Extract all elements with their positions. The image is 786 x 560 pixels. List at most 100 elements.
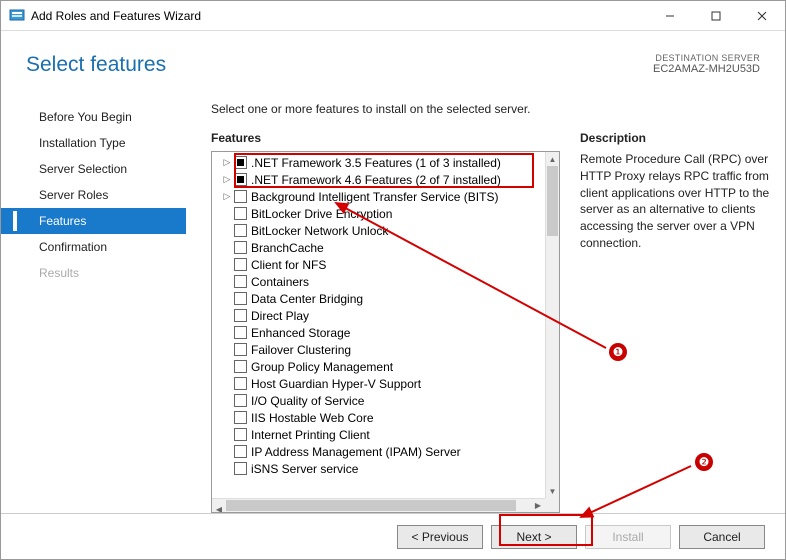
feature-label: IIS Hostable Web Core	[251, 411, 374, 425]
feature-item[interactable]: IP Address Management (IPAM) Server	[212, 443, 545, 460]
destination-value: EC2AMAZ-MH2U53D	[653, 63, 760, 75]
next-button[interactable]: Next >	[491, 525, 577, 549]
feature-label: Direct Play	[251, 309, 309, 323]
feature-item[interactable]: Direct Play	[212, 307, 545, 324]
horizontal-scroll-thumb[interactable]	[226, 500, 516, 511]
previous-button[interactable]: < Previous	[397, 525, 483, 549]
feature-checkbox[interactable]	[234, 190, 247, 203]
description-label: Description	[580, 131, 770, 145]
feature-checkbox[interactable]	[234, 462, 247, 475]
window-controls	[647, 1, 785, 31]
feature-checkbox[interactable]	[234, 411, 247, 424]
feature-label: Data Center Bridging	[251, 292, 363, 306]
scroll-down-icon[interactable]: ▼	[546, 484, 559, 498]
scrollbar-corner	[545, 498, 559, 512]
feature-item[interactable]: IIS Hostable Web Core	[212, 409, 545, 426]
feature-label: Background Intelligent Transfer Service …	[251, 190, 498, 204]
nav-item-before-you-begin[interactable]: Before You Begin	[1, 104, 186, 130]
instruction-text: Select one or more features to install o…	[211, 102, 770, 116]
feature-item[interactable]: I/O Quality of Service	[212, 392, 545, 409]
destination-label: DESTINATION SERVER	[653, 53, 760, 63]
feature-item[interactable]: Data Center Bridging	[212, 290, 545, 307]
title-bar: Add Roles and Features Wizard	[1, 1, 785, 31]
feature-checkbox[interactable]	[234, 326, 247, 339]
feature-checkbox[interactable]	[234, 292, 247, 305]
page-title: Select features	[26, 53, 653, 77]
footer: < Previous Next > Install Cancel	[1, 513, 785, 559]
feature-checkbox[interactable]	[234, 445, 247, 458]
app-icon	[9, 8, 25, 24]
feature-label: Group Policy Management	[251, 360, 393, 374]
feature-label: IP Address Management (IPAM) Server	[251, 445, 461, 459]
feature-checkbox[interactable]	[234, 309, 247, 322]
feature-item[interactable]: ▷ Background Intelligent Transfer Service…	[212, 188, 545, 205]
install-button[interactable]: Install	[585, 525, 671, 549]
feature-item[interactable]: Enhanced Storage	[212, 324, 545, 341]
nav-item-server-selection[interactable]: Server Selection	[1, 156, 186, 182]
feature-checkbox[interactable]	[234, 377, 247, 390]
wizard-body: Before You BeginInstallation TypeServer …	[1, 82, 785, 513]
feature-item[interactable]: Group Policy Management	[212, 358, 545, 375]
scroll-up-icon[interactable]: ▲	[546, 152, 559, 166]
features-column: Features ▷.NET Framework 3.5 Features (1…	[211, 131, 560, 513]
feature-label: BitLocker Network Unlock	[251, 224, 388, 238]
cancel-button[interactable]: Cancel	[679, 525, 765, 549]
wizard-nav: Before You BeginInstallation TypeServer …	[1, 82, 186, 513]
nav-item-installation-type[interactable]: Installation Type	[1, 130, 186, 156]
destination-info: DESTINATION SERVER EC2AMAZ-MH2U53D	[653, 53, 760, 75]
feature-checkbox[interactable]	[234, 241, 247, 254]
feature-checkbox[interactable]	[234, 394, 247, 407]
expand-icon[interactable]: ▷	[222, 191, 232, 202]
close-button[interactable]	[739, 1, 785, 31]
feature-checkbox[interactable]	[234, 428, 247, 441]
main-content: Select one or more features to install o…	[186, 82, 770, 513]
scroll-left-icon[interactable]: ◀	[212, 505, 226, 513]
feature-checkbox[interactable]	[234, 224, 247, 237]
feature-checkbox[interactable]	[234, 258, 247, 271]
maximize-button[interactable]	[693, 1, 739, 31]
nav-item-server-roles[interactable]: Server Roles	[1, 182, 186, 208]
nav-item-confirmation[interactable]: Confirmation	[1, 234, 186, 260]
expand-icon[interactable]: ▷	[222, 157, 232, 168]
feature-checkbox[interactable]	[234, 156, 247, 169]
feature-label: Host Guardian Hyper-V Support	[251, 377, 421, 391]
feature-checkbox[interactable]	[234, 207, 247, 220]
feature-label: iSNS Server service	[251, 462, 358, 476]
horizontal-scrollbar[interactable]: ◀ ▶	[212, 498, 545, 512]
feature-item[interactable]: ▷ .NET Framework 4.6 Features (2 of 7 ins…	[212, 171, 545, 188]
content-columns: Features ▷.NET Framework 3.5 Features (1…	[211, 131, 770, 513]
feature-checkbox[interactable]	[234, 360, 247, 373]
minimize-button[interactable]	[647, 1, 693, 31]
nav-item-features[interactable]: Features	[1, 208, 186, 234]
feature-item[interactable]: Client for NFS	[212, 256, 545, 273]
vertical-scroll-thumb[interactable]	[547, 166, 558, 236]
feature-checkbox[interactable]	[234, 343, 247, 356]
feature-item[interactable]: Containers	[212, 273, 545, 290]
description-column: Description Remote Procedure Call (RPC) …	[580, 131, 770, 513]
feature-item[interactable]: iSNS Server service	[212, 460, 545, 477]
expand-icon[interactable]: ▷	[222, 174, 232, 185]
feature-label: Containers	[251, 275, 309, 289]
feature-item[interactable]: BranchCache	[212, 239, 545, 256]
feature-label: I/O Quality of Service	[251, 394, 364, 408]
features-label: Features	[211, 131, 560, 145]
wizard-window: Add Roles and Features Wizard Select fea…	[0, 0, 786, 560]
feature-label: .NET Framework 4.6 Features (2 of 7 inst…	[251, 173, 501, 187]
feature-item[interactable]: BitLocker Drive Encryption	[212, 205, 545, 222]
feature-item[interactable]: Failover Clustering	[212, 341, 545, 358]
feature-item[interactable]: BitLocker Network Unlock	[212, 222, 545, 239]
feature-item[interactable]: Host Guardian Hyper-V Support	[212, 375, 545, 392]
feature-item[interactable]: ▷.NET Framework 3.5 Features (1 of 3 ins…	[212, 154, 545, 171]
features-scroll-area[interactable]: ▷.NET Framework 3.5 Features (1 of 3 ins…	[212, 152, 545, 498]
feature-item[interactable]: Internet Printing Client	[212, 426, 545, 443]
description-text: Remote Procedure Call (RPC) over HTTP Pr…	[580, 151, 770, 252]
scroll-right-icon[interactable]: ▶	[531, 499, 545, 512]
feature-label: Client for NFS	[251, 258, 326, 272]
feature-checkbox[interactable]	[234, 275, 247, 288]
features-listbox: ▷.NET Framework 3.5 Features (1 of 3 ins…	[211, 151, 560, 513]
feature-checkbox[interactable]	[234, 173, 247, 186]
vertical-scrollbar[interactable]: ▲ ▼	[545, 152, 559, 498]
feature-label: Failover Clustering	[251, 343, 351, 357]
feature-label: Enhanced Storage	[251, 326, 350, 340]
header: Select features DESTINATION SERVER EC2AM…	[1, 31, 785, 82]
